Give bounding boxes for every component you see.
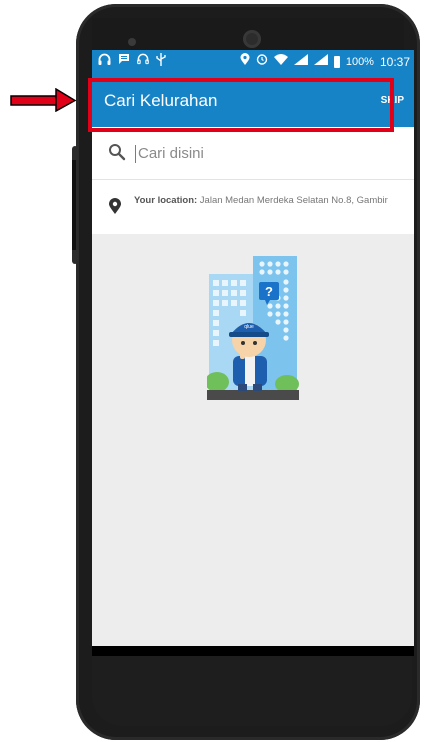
current-location-row[interactable]	[92, 180, 414, 234]
navigation-strip	[92, 646, 414, 656]
message-icon	[118, 53, 130, 70]
current-location-text: Your location: Jalan Medan Merdeka Selat…	[134, 195, 404, 206]
location-address: Jalan Medan Merdeka Selatan No.8, Gambir	[199, 195, 388, 206]
battery-icon	[333, 55, 340, 68]
status-bar: 100% 10:37	[92, 50, 414, 72]
svg-text:?: ?	[265, 284, 273, 299]
status-notification-icons	[98, 53, 166, 70]
empty-state-illustration: ? qlue	[207, 256, 299, 400]
svg-text:qlue: qlue	[244, 324, 254, 330]
search-input[interactable]	[138, 142, 398, 164]
phone-side-button-inner	[72, 160, 76, 250]
status-system-icons: 100% 10:37	[240, 53, 410, 70]
location-label: Your location:	[134, 195, 198, 206]
phone-bottom-bezel	[92, 656, 412, 726]
highlight-box	[88, 78, 394, 132]
phone-screen: 100% 10:37 Cari Kelurahan SKIP Your loca…	[92, 50, 414, 656]
location-pin-icon	[109, 198, 121, 219]
headset-icon	[137, 53, 149, 70]
search-icon	[108, 143, 126, 166]
location-icon	[240, 53, 250, 70]
text-caret	[135, 145, 136, 163]
usb-icon	[156, 53, 166, 70]
signal-icon	[293, 53, 308, 70]
wifi-icon	[273, 53, 288, 70]
phone-camera	[243, 30, 261, 48]
signal-icon	[313, 53, 328, 70]
arrow-right-icon	[10, 88, 76, 112]
alarm-icon	[256, 53, 268, 70]
battery-percent: 100%	[345, 55, 374, 68]
status-time: 10:37	[379, 54, 410, 69]
phone-sensor	[128, 38, 136, 46]
headset-icon	[98, 53, 111, 70]
